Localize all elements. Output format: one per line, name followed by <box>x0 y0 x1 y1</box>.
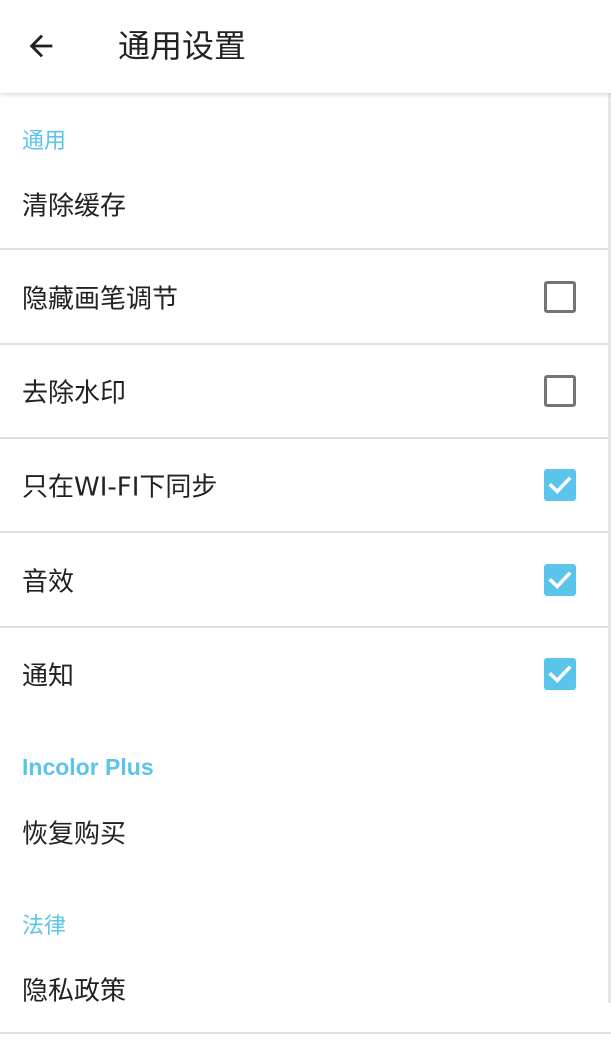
section-header-general: 通用 <box>22 129 67 154</box>
check-icon <box>548 476 572 495</box>
sound-effects-row[interactable]: 音效 <box>0 533 611 626</box>
remove-watermark-checkbox[interactable] <box>544 375 576 407</box>
notifications-row[interactable]: 通知 <box>0 628 611 720</box>
page-title: 通用设置 <box>118 27 247 65</box>
section-header-incolor-plus: Incolor Plus <box>22 754 154 780</box>
remove-watermark-row[interactable]: 去除水印 <box>0 345 611 437</box>
divider <box>0 1032 611 1034</box>
privacy-policy-row[interactable]: 隐私政策 <box>0 946 611 1032</box>
section-header-legal: 法律 <box>22 914 67 939</box>
back-button[interactable] <box>16 22 66 70</box>
notifications-label: 通知 <box>22 661 75 692</box>
arrow-back-icon <box>29 34 53 58</box>
hide-brush-adjust-row[interactable]: 隐藏画笔调节 <box>0 250 611 343</box>
privacy-policy-label: 隐私政策 <box>22 976 127 1007</box>
check-icon <box>548 570 572 589</box>
wifi-sync-row[interactable]: 只在WI-FI下同步 <box>0 439 611 531</box>
restore-purchase-row[interactable]: 恢复购买 <box>0 790 611 874</box>
sound-effects-label: 音效 <box>22 567 75 597</box>
remove-watermark-label: 去除水印 <box>22 378 127 409</box>
app-bar: 通用设置 <box>0 0 611 93</box>
hide-brush-adjust-label: 隐藏画笔调节 <box>22 284 179 314</box>
wifi-sync-checkbox[interactable] <box>544 469 576 501</box>
clear-cache-row[interactable]: 清除缓存 <box>0 160 611 248</box>
sound-effects-checkbox[interactable] <box>544 563 576 596</box>
check-icon <box>548 665 572 684</box>
restore-purchase-label: 恢复购买 <box>22 819 127 850</box>
notifications-checkbox[interactable] <box>544 658 576 690</box>
hide-brush-adjust-checkbox[interactable] <box>544 280 576 313</box>
clear-cache-label: 清除缓存 <box>22 191 127 222</box>
wifi-sync-label: 只在WI-FI下同步 <box>22 472 218 503</box>
